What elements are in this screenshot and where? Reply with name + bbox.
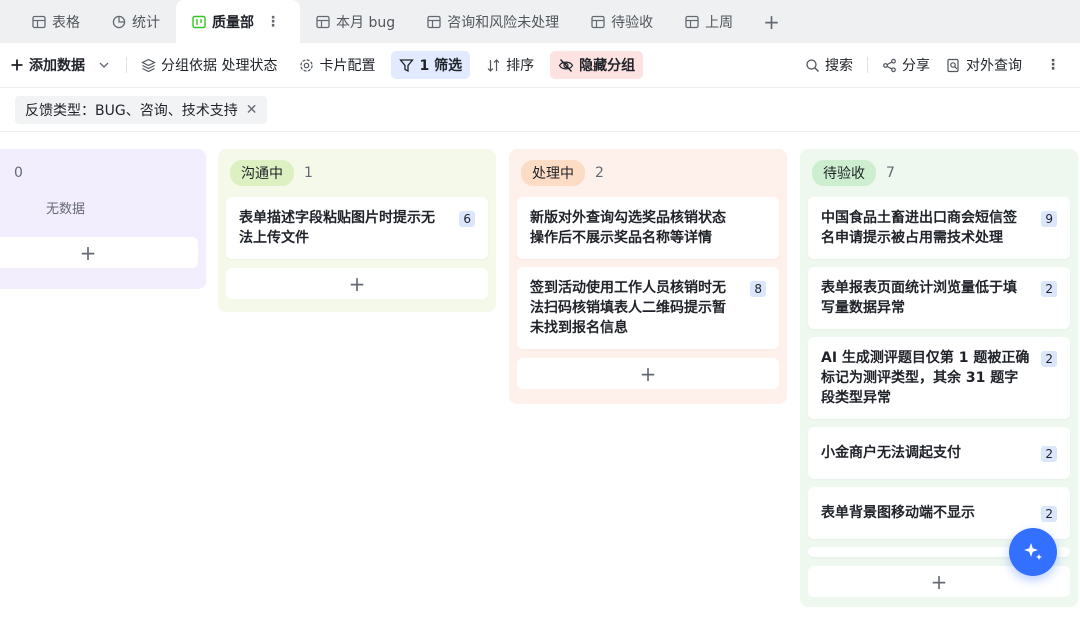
card-title: 中国食品土畜进出口商会短信签名申请提示被占用需技术处理 bbox=[821, 210, 1017, 246]
external-query-label: 对外查询 bbox=[966, 58, 1022, 74]
card-count-badge: 2 bbox=[1041, 446, 1057, 462]
tab-more-icon[interactable]: ⋮ bbox=[266, 14, 280, 30]
filter-button[interactable]: 1 筛选 bbox=[391, 51, 471, 79]
tab-this-month-bug[interactable]: 本月 bug bbox=[300, 0, 411, 43]
tab-label: 咨询和风险未处理 bbox=[447, 14, 560, 31]
external-query-button[interactable]: 对外查询 bbox=[938, 51, 1030, 79]
card-title: 签到活动使用工作人员核销时无法扫码核销填表人二维码提示暂未找到报名信息 bbox=[530, 280, 726, 336]
record-card[interactable]: 表单描述字段粘贴图片时提示无法上传文件 6 bbox=[226, 197, 488, 259]
tab-quality-dept[interactable]: 质量部 ⋮ bbox=[176, 0, 300, 43]
card-count-badge: 2 bbox=[1041, 506, 1057, 522]
search-button[interactable]: 搜索 bbox=[797, 51, 861, 79]
divider bbox=[867, 57, 868, 73]
external-query-icon bbox=[947, 58, 959, 72]
column-count: 2 bbox=[595, 165, 604, 181]
kanban-column-communicating: 沟通中 1 表单描述字段粘贴图片时提示无法上传文件 6 + bbox=[218, 149, 496, 312]
share-icon bbox=[883, 58, 896, 72]
card-count-badge: 8 bbox=[750, 281, 766, 297]
tab-label: 本月 bug bbox=[336, 14, 396, 31]
plus-icon bbox=[11, 59, 23, 71]
record-card[interactable]: 小金商户无法调起支付 2 bbox=[808, 427, 1070, 479]
kanban-icon bbox=[192, 15, 206, 28]
record-card[interactable]: 新版对外查询勾选奖品核销状态操作后不展示奖品名称等详情 bbox=[517, 197, 779, 259]
view-toolbar: 添加数据 分组依据 处理状态 卡片配置 1 筛选 排序 隐藏分组 搜索 分享 对… bbox=[0, 43, 1080, 88]
add-card-button[interactable]: + bbox=[0, 237, 198, 268]
search-label: 搜索 bbox=[825, 58, 853, 74]
group-by-button[interactable]: 分组依据 处理状态 bbox=[133, 51, 285, 79]
tab-pending-acceptance[interactable]: 待验收 bbox=[575, 0, 669, 43]
tab-consult-risk[interactable]: 咨询和风险未处理 bbox=[411, 0, 575, 43]
card-title: 表单描述字段粘贴图片时提示无法上传文件 bbox=[239, 210, 435, 246]
kanban-column-empty: 0 无数据 + bbox=[0, 149, 206, 289]
card-count-badge: 9 bbox=[1041, 211, 1057, 227]
card-title: 小金商户无法调起支付 bbox=[821, 445, 961, 461]
tab-label: 待验收 bbox=[611, 14, 654, 31]
share-label: 分享 bbox=[902, 58, 930, 74]
tab-label: 表格 bbox=[52, 14, 80, 31]
filter-chip[interactable]: 反馈类型：BUG、咨询、技术支持 ✕ bbox=[15, 96, 268, 124]
column-status-pill: 沟通中 bbox=[230, 160, 294, 186]
hide-group-label: 隐藏分组 bbox=[579, 58, 636, 74]
more-options-icon[interactable]: ⋮ bbox=[1038, 51, 1068, 79]
pie-chart-icon bbox=[112, 15, 126, 28]
tab-label: 质量部 bbox=[212, 14, 254, 31]
add-card-button[interactable]: + bbox=[517, 358, 779, 389]
record-card[interactable]: AI 生成测评题目仅第 1 题被正确标记为测评类型，其余 31 题字段类型异常 … bbox=[808, 337, 1070, 419]
sort-label: 排序 bbox=[506, 58, 535, 74]
record-card[interactable]: 表单报表页面统计浏览量低于填写量数据异常 2 bbox=[808, 267, 1070, 329]
chevron-down-icon[interactable] bbox=[96, 58, 112, 72]
column-count: 1 bbox=[304, 165, 313, 181]
filter-chip-label: 反馈类型：BUG、咨询、技术支持 bbox=[25, 103, 238, 119]
tab-label: 上周 bbox=[705, 14, 734, 31]
tab-statistics[interactable]: 统计 bbox=[96, 0, 176, 43]
sort-button[interactable]: 排序 bbox=[478, 51, 542, 79]
add-record-label: 添加数据 bbox=[29, 58, 85, 74]
active-filter-row: 反馈类型：BUG、咨询、技术支持 ✕ bbox=[0, 88, 1080, 132]
layers-icon bbox=[141, 58, 156, 72]
card-config-button[interactable]: 卡片配置 bbox=[291, 51, 383, 79]
filter-icon bbox=[399, 58, 415, 72]
table-icon bbox=[316, 15, 330, 28]
sort-icon bbox=[487, 58, 500, 72]
hide-group-button[interactable]: 隐藏分组 bbox=[550, 51, 644, 79]
close-icon[interactable]: ✕ bbox=[246, 102, 258, 118]
table-icon bbox=[685, 15, 699, 28]
empty-state-text: 无数据 bbox=[46, 202, 86, 217]
ai-assistant-button[interactable] bbox=[1009, 528, 1057, 576]
card-title: 表单报表页面统计浏览量低于填写量数据异常 bbox=[821, 280, 1017, 316]
card-title: 表单背景图移动端不显示 bbox=[821, 505, 975, 521]
table-icon bbox=[427, 15, 441, 28]
add-record-button[interactable]: 添加数据 bbox=[10, 51, 120, 79]
tab-last-week[interactable]: 上周 bbox=[669, 0, 749, 43]
card-title: 新版对外查询勾选奖品核销状态操作后不展示奖品名称等详情 bbox=[530, 210, 726, 246]
gear-icon bbox=[300, 58, 314, 72]
search-icon bbox=[806, 58, 819, 72]
column-status-pill: 待验收 bbox=[812, 160, 876, 186]
view-tab-bar: 表格 统计 质量部 ⋮ 本月 bug 咨询和风险未处理 待验收 上周 + bbox=[0, 0, 1080, 43]
add-view-button[interactable]: + bbox=[749, 0, 794, 43]
table-icon bbox=[591, 15, 605, 28]
column-count: 0 bbox=[14, 165, 23, 181]
card-count-badge: 6 bbox=[459, 211, 475, 227]
card-config-label: 卡片配置 bbox=[319, 58, 376, 74]
share-button[interactable]: 分享 bbox=[874, 51, 938, 79]
card-count-badge: 2 bbox=[1041, 351, 1057, 367]
card-count-badge: 2 bbox=[1041, 281, 1057, 297]
add-card-button[interactable]: + bbox=[226, 268, 488, 299]
card-title: AI 生成测评题目仅第 1 题被正确标记为测评类型，其余 31 题字段类型异常 bbox=[821, 350, 1030, 406]
tab-label: 统计 bbox=[132, 14, 160, 31]
group-by-label: 分组依据 处理状态 bbox=[161, 58, 278, 74]
eye-off-icon bbox=[558, 58, 574, 72]
column-count: 7 bbox=[886, 165, 895, 181]
tab-table[interactable]: 表格 bbox=[0, 0, 96, 43]
sparkle-icon bbox=[1024, 543, 1042, 560]
column-status-pill: 处理中 bbox=[521, 160, 585, 186]
filter-label: 1 筛选 bbox=[419, 58, 463, 74]
record-card[interactable]: 中国食品土畜进出口商会短信签名申请提示被占用需技术处理 9 bbox=[808, 197, 1070, 259]
kanban-column-processing: 处理中 2 新版对外查询勾选奖品核销状态操作后不展示奖品名称等详情 签到活动使用… bbox=[509, 149, 787, 404]
table-icon bbox=[32, 15, 46, 28]
divider bbox=[126, 57, 127, 73]
record-card[interactable]: 签到活动使用工作人员核销时无法扫码核销填表人二维码提示暂未找到报名信息 8 bbox=[517, 267, 779, 349]
